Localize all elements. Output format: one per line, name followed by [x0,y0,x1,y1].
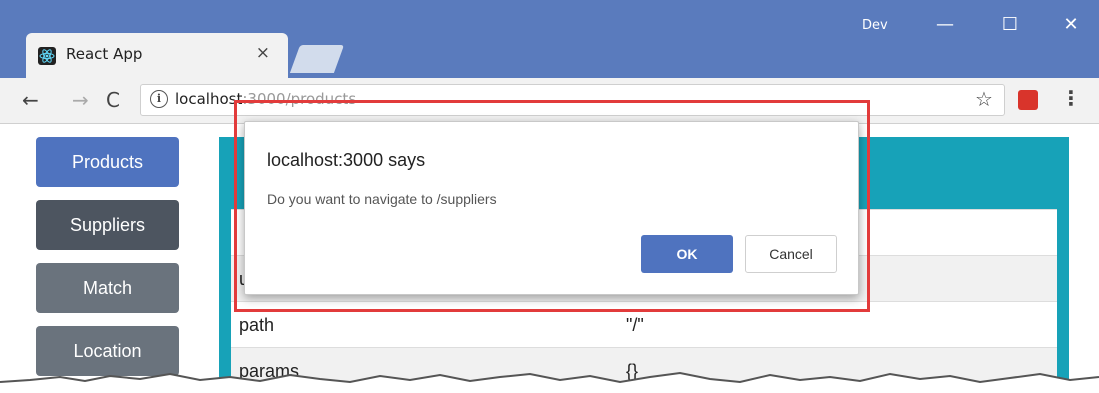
close-window-icon[interactable]: ✕ [1056,14,1086,35]
bookmark-star-icon[interactable]: ☆ [975,87,993,111]
tab-title: React App [66,45,143,63]
torn-edge [0,371,1099,393]
back-arrow-icon[interactable]: ← [22,88,39,112]
new-tab-button[interactable] [289,45,345,73]
profile-label[interactable]: Dev [862,18,888,33]
forward-arrow-icon[interactable]: → [72,88,89,112]
match-button[interactable]: Match [36,263,179,313]
products-button[interactable]: Products [36,137,179,187]
browser-tab[interactable]: React App × [26,33,288,78]
url-host: localhost [175,90,243,108]
tab-close-icon[interactable]: × [256,43,270,63]
maximize-icon[interactable]: ☐ [995,14,1025,35]
window-titlebar: React App × Dev — ☐ ✕ [0,0,1099,78]
suppliers-button[interactable]: Suppliers [36,200,179,250]
extension-icon[interactable] [1018,90,1038,110]
react-icon [38,47,56,65]
browser-menu-icon[interactable]: ⋮ [1061,86,1081,110]
row-key: path [239,315,275,335]
info-icon[interactable]: i [150,90,168,108]
minimize-icon[interactable]: — [930,14,960,35]
highlight-box [234,100,870,312]
row-value: "/" [626,315,644,335]
reload-icon[interactable]: C [106,88,120,112]
